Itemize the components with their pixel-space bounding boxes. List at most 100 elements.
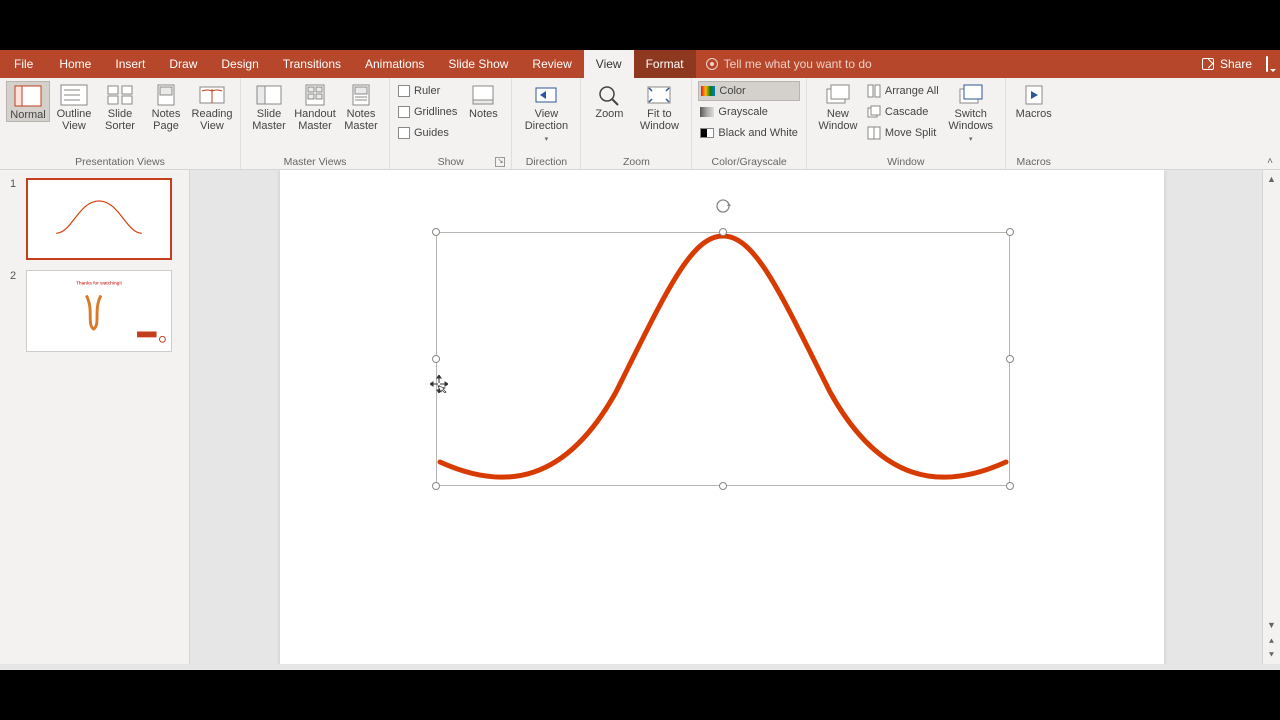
notes-master-button[interactable]: Notes Master [339,81,383,132]
prev-slide-button[interactable]: ⯅ [1265,634,1279,648]
new-window-button[interactable]: New Window [813,81,863,132]
shape-selection[interactable] [436,232,1010,486]
group-color-grayscale: Color Grayscale Black and White Color/Gr… [692,78,806,169]
next-slide-button[interactable]: ⯆ [1265,648,1279,662]
new-window-label: New Window [815,108,861,132]
slide-thumbnail-1[interactable] [26,178,172,260]
group-window: New Window Arrange All Cascade Move Spli… [807,78,1006,169]
checkbox-icon [398,85,410,97]
thumbnail-row: 1 [10,178,179,260]
powerpoint-window: File Home Insert Draw Design Transitions… [0,50,1280,670]
arrange-all-button[interactable]: Arrange All [865,81,941,101]
tab-transitions[interactable]: Transitions [271,50,353,78]
resize-handle-tc[interactable] [719,228,727,236]
group-label-macros: Macros [1012,155,1056,168]
tab-animations[interactable]: Animations [353,50,436,78]
group-label-master-views: Master Views [247,155,383,168]
group-label-show: Show↘ [396,155,505,168]
group-direction: View Direction ▾ Direction [512,78,581,169]
grayscale-mode-button[interactable]: Grayscale [698,102,799,122]
collapse-ribbon-button[interactable]: ˄ [1260,78,1280,169]
slide-master-icon [255,84,283,106]
resize-handle-mr[interactable] [1006,355,1014,363]
normal-view-icon [14,85,42,107]
comment-icon [1266,56,1268,72]
bw-swatch-icon [700,128,714,138]
thumbnail-row: 2 Thanks for watching!! [10,270,179,352]
slide-thumbnails-panel[interactable]: 1 2 Thanks for watching!! [0,170,190,664]
group-label-color: Color/Grayscale [698,155,799,168]
tab-slideshow[interactable]: Slide Show [436,50,520,78]
guides-checkbox[interactable]: Guides [396,123,459,143]
handout-master-icon [301,84,329,106]
dialog-launcher-icon[interactable]: ↘ [495,157,505,167]
outline-view-button[interactable]: Outline View [52,81,96,132]
switch-windows-button[interactable]: Switch Windows ▾ [943,81,999,146]
rotate-handle[interactable] [715,198,731,214]
color-swatch-icon [701,86,715,96]
share-icon [1202,58,1214,70]
tab-review[interactable]: Review [520,50,583,78]
move-split-label: Move Split [885,127,936,139]
bw-mode-label: Black and White [718,127,797,139]
macros-button[interactable]: Macros [1012,81,1056,120]
slide-master-button[interactable]: Slide Master [247,81,291,132]
group-zoom: Zoom Fit to Window Zoom [581,78,692,169]
notes-page-button[interactable]: Notes Page [144,81,188,132]
tab-design[interactable]: Design [209,50,270,78]
color-mode-button[interactable]: Color [698,81,799,101]
normal-view-button[interactable]: Normal [6,81,50,122]
share-button[interactable]: Share [1202,57,1252,71]
tab-file[interactable]: File [0,50,47,78]
comments-button[interactable] [1266,57,1268,71]
checkbox-icon [398,127,410,139]
tab-view[interactable]: View [584,50,634,78]
fit-window-icon [645,84,673,106]
scroll-up-button[interactable]: ▲ [1265,172,1279,186]
slide-master-label: Slide Master [249,108,289,132]
ruler-checkbox[interactable]: Ruler [396,81,459,101]
handout-master-label: Handout Master [294,108,336,132]
cascade-button[interactable]: Cascade [865,102,941,122]
tab-insert[interactable]: Insert [103,50,157,78]
workspace: 1 2 Thanks for watching!! [0,170,1280,664]
resize-handle-tr[interactable] [1006,228,1014,236]
reading-view-button[interactable]: Reading View [190,81,234,132]
slide-canvas[interactable] [190,170,1262,664]
group-master-views: Slide Master Handout Master Notes Master… [241,78,390,169]
slide-1[interactable] [280,170,1164,664]
slide-thumbnail-2[interactable]: Thanks for watching!! [26,270,172,352]
tab-home[interactable]: Home [47,50,103,78]
slide-sorter-label: Slide Sorter [100,108,140,132]
gridlines-checkbox[interactable]: Gridlines [396,102,459,122]
checkbox-icon [398,106,410,118]
bw-mode-button[interactable]: Black and White [698,123,799,143]
resize-handle-tl[interactable] [432,228,440,236]
move-split-button[interactable]: Move Split [865,123,941,143]
tell-me-search[interactable]: Tell me what you want to do [696,50,872,78]
tab-format[interactable]: Format [634,50,696,78]
ribbon-view: Normal Outline View Slide Sorter Notes P… [0,78,1280,170]
resize-handle-bc[interactable] [719,482,727,490]
tab-draw[interactable]: Draw [157,50,209,78]
group-label-zoom: Zoom [587,155,685,168]
view-direction-button[interactable]: View Direction ▾ [518,81,574,146]
split-icon [867,126,881,140]
resize-handle-bl[interactable] [432,482,440,490]
resize-handle-ml[interactable] [432,355,440,363]
handout-master-button[interactable]: Handout Master [293,81,337,132]
resize-handle-br[interactable] [1006,482,1014,490]
fit-window-button[interactable]: Fit to Window [633,81,685,132]
view-direction-icon [532,84,560,106]
vertical-scrollbar[interactable]: ▲ ▼ ⯅ ⯆ [1262,170,1280,664]
zoom-button[interactable]: Zoom [587,81,631,120]
slide-sorter-button[interactable]: Slide Sorter [98,81,142,132]
guides-label: Guides [414,127,449,139]
view-direction-label: View Direction [520,108,572,132]
scroll-down-button[interactable]: ▼ [1265,618,1279,632]
grayscale-mode-label: Grayscale [718,106,768,118]
macros-label: Macros [1016,108,1052,120]
notes-button[interactable]: Notes [461,81,505,120]
bell-curve-shape[interactable] [436,232,1010,486]
outline-view-icon [60,84,88,106]
